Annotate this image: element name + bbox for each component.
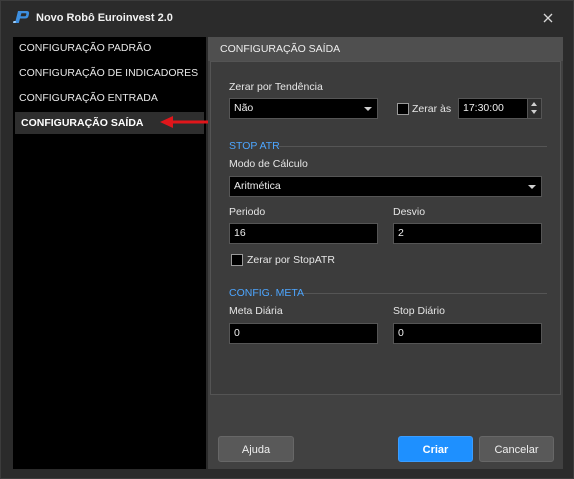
help-button[interactable]: Ajuda — [218, 436, 294, 462]
chevron-down-icon — [364, 107, 372, 111]
robot-p-logo-icon — [13, 11, 30, 23]
stop-diario-label: Stop Diário — [393, 305, 445, 317]
section-header: CONFIGURAÇÃO SAÍDA — [208, 37, 563, 61]
zerar-as-time-value: 17:30:00 — [463, 102, 504, 114]
stop-atr-divider — [279, 146, 547, 147]
stop-atr-section-label: STOP ATR — [229, 140, 280, 152]
settings-panel: Zerar por Tendência Não Zerar às 17:30:0… — [210, 61, 561, 395]
sidebar-item-configuracao-entrada[interactable]: CONFIGURAÇÃO ENTRADA — [13, 87, 206, 109]
sidebar-nav: CONFIGURAÇÃO PADRÃO CONFIGURAÇÃO DE INDI… — [13, 37, 206, 469]
chevron-down-icon — [528, 185, 536, 189]
desvio-label: Desvio — [393, 206, 426, 218]
periodo-input[interactable]: 16 — [229, 223, 378, 244]
sidebar-item-configuracao-padrao[interactable]: CONFIGURAÇÃO PADRÃO — [13, 37, 206, 59]
window-title: Novo Robô Euroinvest 2.0 — [36, 12, 173, 24]
sidebar-item-configuracao-indicadores[interactable]: CONFIGURAÇÃO DE INDICADORES — [13, 62, 206, 84]
zerar-as-label: Zerar às — [412, 103, 452, 115]
zerar-as-time-input[interactable]: 17:30:00 — [458, 98, 542, 119]
stop-diario-input[interactable]: 0 — [393, 323, 542, 344]
desvio-input[interactable]: 2 — [393, 223, 542, 244]
zerar-tendencia-value: Não — [234, 102, 254, 114]
title-bar: Novo Robô Euroinvest 2.0 — [1, 1, 573, 33]
config-meta-divider — [303, 293, 547, 294]
zerar-tendencia-select[interactable]: Não — [229, 98, 378, 119]
config-meta-section-label: CONFIG. META — [229, 287, 305, 299]
modo-calculo-value: Aritmética — [234, 180, 281, 192]
modo-calculo-label: Modo de Cálculo — [229, 158, 308, 170]
spin-up-icon[interactable] — [531, 102, 537, 106]
zerar-as-checkbox[interactable] — [397, 103, 409, 115]
zerar-stopatr-checkbox[interactable] — [231, 254, 243, 266]
create-button[interactable]: Criar — [398, 436, 473, 462]
main-content: CONFIGURAÇÃO SAÍDA Zerar por Tendência N… — [208, 37, 563, 469]
meta-diaria-label: Meta Diária — [229, 305, 283, 317]
close-button[interactable] — [537, 9, 559, 27]
cancel-button[interactable]: Cancelar — [479, 436, 554, 462]
close-icon — [543, 13, 553, 23]
zerar-stopatr-label: Zerar por StopATR — [247, 254, 335, 266]
spin-down-icon[interactable] — [531, 110, 537, 114]
dialog-window: Novo Robô Euroinvest 2.0 CONFIGURAÇÃO PA… — [0, 0, 574, 479]
time-spinner[interactable] — [527, 99, 541, 118]
zerar-tendencia-label: Zerar por Tendência — [229, 81, 323, 93]
meta-diaria-input[interactable]: 0 — [229, 323, 378, 344]
periodo-label: Periodo — [229, 206, 266, 218]
modo-calculo-select[interactable]: Aritmética — [229, 176, 542, 197]
